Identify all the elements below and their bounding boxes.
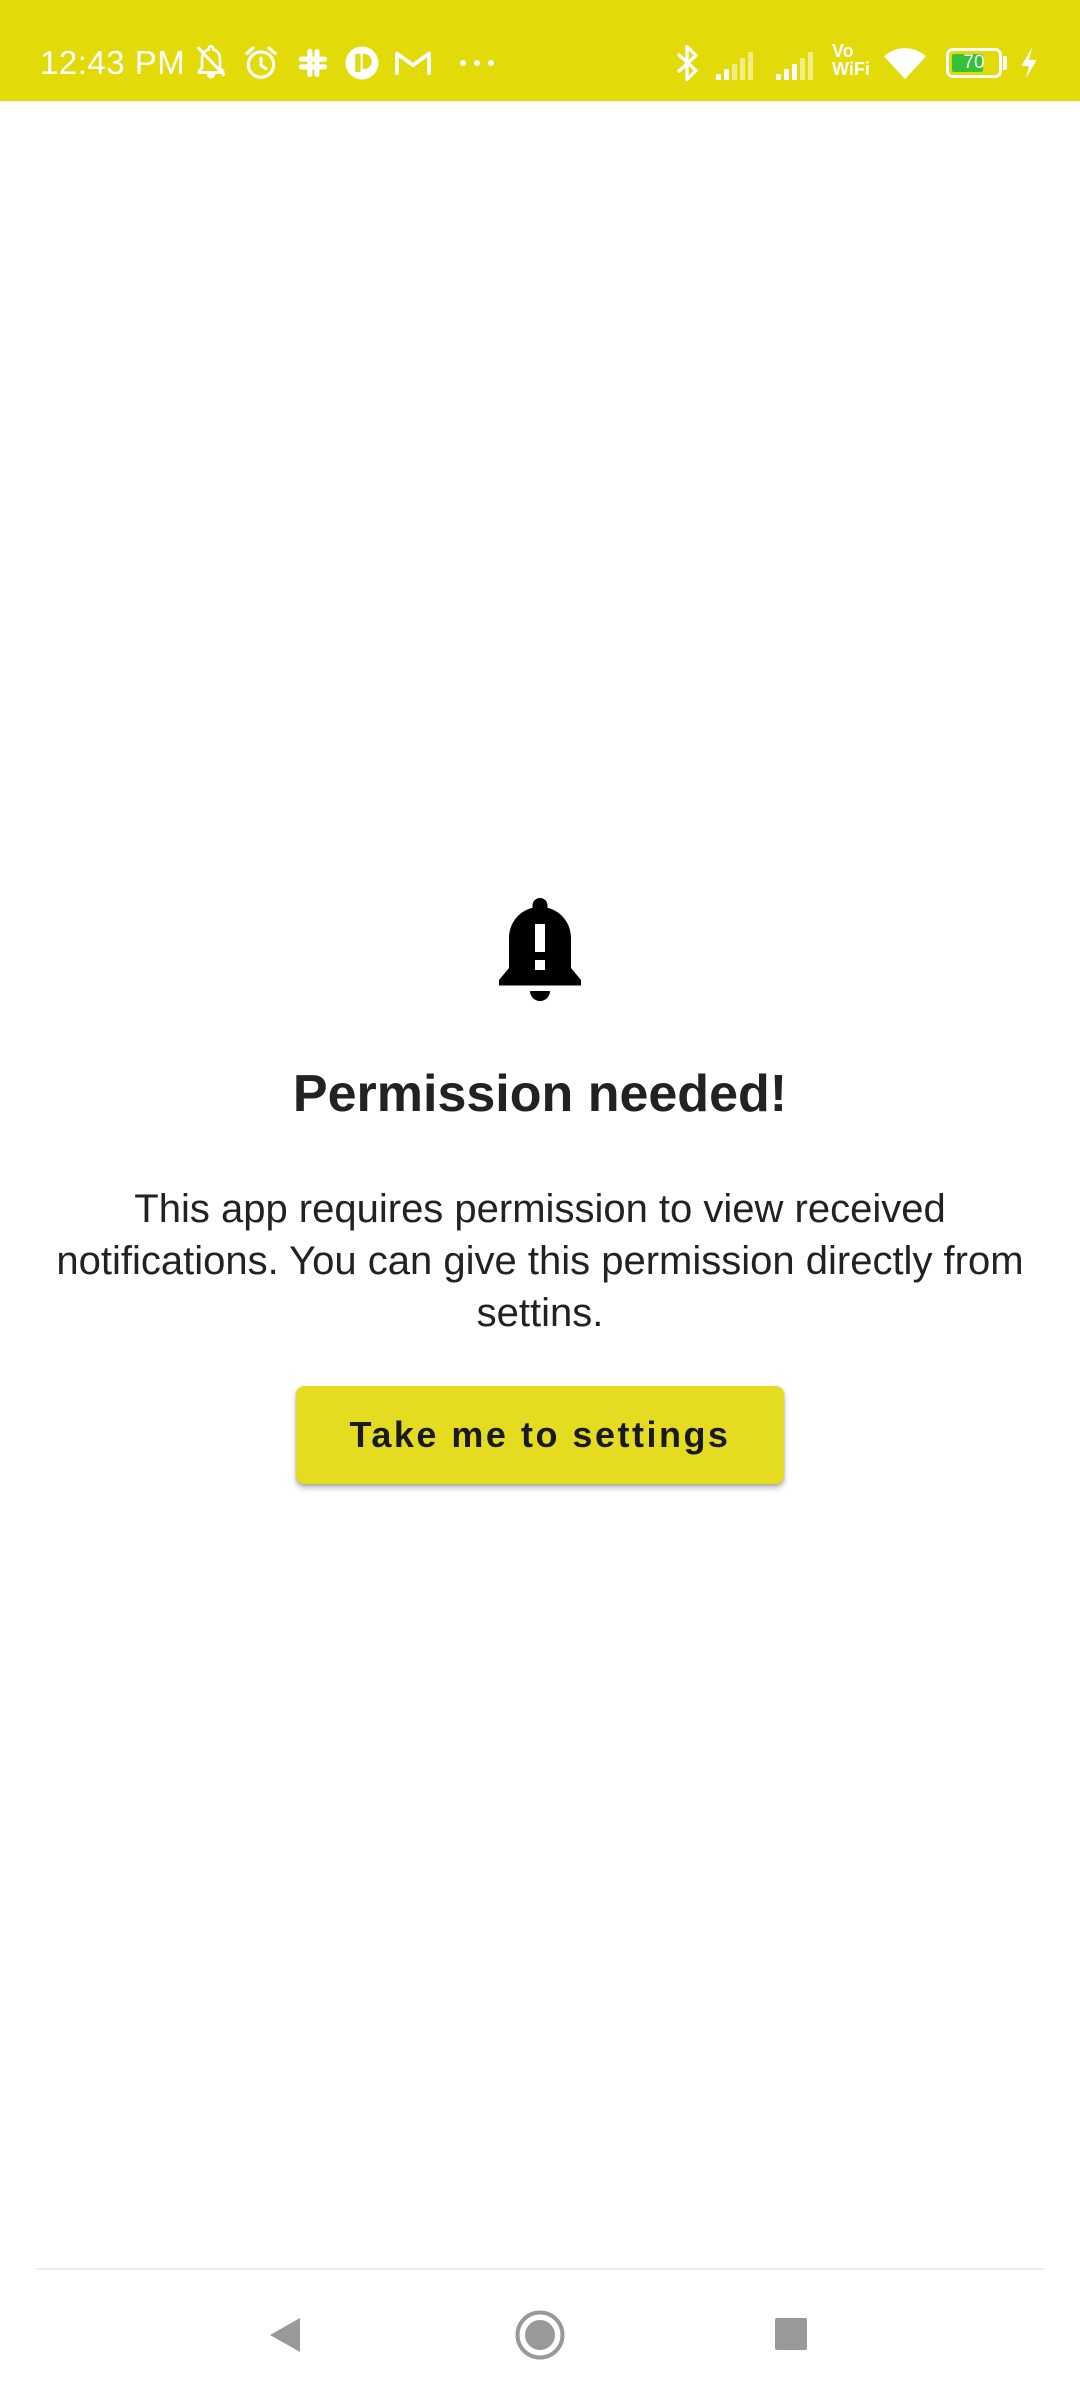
battery-tip xyxy=(1003,56,1007,70)
signal-2-icon xyxy=(776,52,813,80)
back-icon[interactable] xyxy=(264,2314,306,2356)
status-bar: 12:43 PM Vo WiFi 70 xyxy=(0,0,1080,101)
charging-icon xyxy=(1021,47,1037,79)
take-me-to-settings-button[interactable]: Take me to settings xyxy=(296,1386,784,1484)
more-dots-icon xyxy=(460,60,494,66)
notification-important-icon xyxy=(499,898,581,1001)
battery-level: 70 xyxy=(963,52,985,73)
vowifi-indicator: Vo WiFi xyxy=(832,42,870,78)
notifications-off-icon xyxy=(196,44,226,79)
nav-divider xyxy=(36,2268,1044,2270)
wifi-icon xyxy=(884,48,926,80)
vowifi-line1: Vo xyxy=(832,41,854,61)
bluetooth-icon xyxy=(676,44,698,82)
status-time: 12:43 PM xyxy=(40,44,186,81)
alarm-icon xyxy=(245,46,277,79)
gmail-icon xyxy=(395,51,431,75)
slack-icon xyxy=(298,48,328,78)
app-icon xyxy=(345,46,379,80)
page-title: Permission needed! xyxy=(292,1065,788,1123)
signal-1-icon xyxy=(716,52,753,80)
vowifi-line2: WiFi xyxy=(832,59,870,79)
recents-icon[interactable] xyxy=(774,2317,808,2351)
permission-description: This app requires permission to view rec… xyxy=(56,1187,1024,1335)
battery-icon: 70 xyxy=(946,48,1002,78)
home-icon[interactable] xyxy=(513,2308,567,2362)
